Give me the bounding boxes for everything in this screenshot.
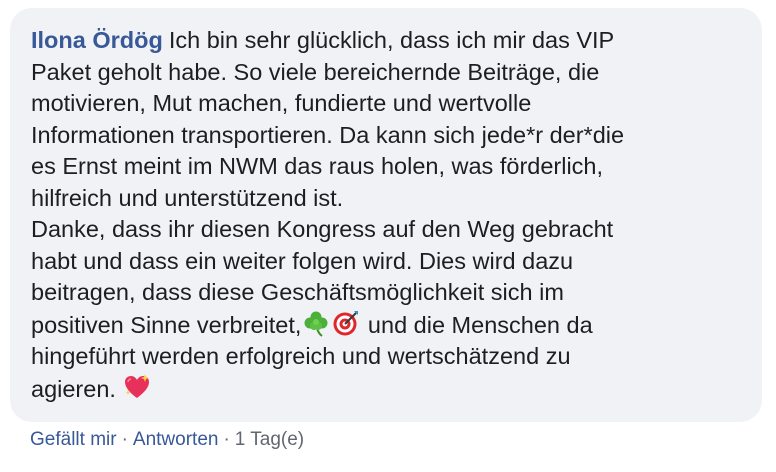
separator: · <box>121 429 128 450</box>
comment-actions: Gefällt mir · Antworten · 1 Tag(e) <box>30 428 304 452</box>
comment-line-8: habt und dass ein weiter folgen wird. Di… <box>31 247 574 274</box>
comment-line-3: motivieren, Mut machen, fundierte und we… <box>31 90 532 116</box>
comment-line-11: hingeführt werden erfolgreich und wertsc… <box>31 343 571 369</box>
comment-line-6: hilfreich und unterstützend ist. <box>31 184 344 211</box>
comment-line-12: agieren. <box>31 373 742 406</box>
separator: · <box>223 429 230 450</box>
comment-bubble: Ilona Ördög Ich bin sehr glücklich, dass … <box>10 8 762 422</box>
reply-link[interactable]: Antworten <box>133 429 219 450</box>
comment-line-2: Paket geholt habe. So viele bereichernde… <box>31 58 600 85</box>
comment-line-7: Danke, dass ihr diesen Kongress auf den … <box>31 216 614 242</box>
comment-line-4: Informationen transportieren. Da kann si… <box>31 121 625 148</box>
comment-line-10-after: und die Menschen da <box>361 311 593 338</box>
timestamp[interactable]: 1 Tag(e) <box>235 429 304 450</box>
comment-line-10-before: positiven Sinne verbreitet, <box>31 311 302 338</box>
comment-line-10: positiven Sinne verbreitet, und die Mens… <box>31 309 742 342</box>
comment-line-1: Ilona Ördög Ich bin sehr glücklich, dass … <box>31 25 742 57</box>
comment-line-9: beitragen, dass diese Geschäftsmöglichke… <box>31 279 564 305</box>
comment-line-1-text: Ich bin sehr glücklich, dass ich mir das… <box>168 27 615 53</box>
comment-line-12-text: agieren. <box>31 375 123 402</box>
shamrock-icon <box>304 311 328 337</box>
comment-line-5: es Ernst meint im NWM das raus holen, wa… <box>31 153 604 179</box>
direct-hit-icon <box>333 310 359 335</box>
comment-text: Ilona Ördög Ich bin sehr glücklich, dass … <box>31 25 742 405</box>
comment-author[interactable]: Ilona Ördög <box>31 27 163 53</box>
sparkling-heart-icon <box>125 373 150 398</box>
like-link[interactable]: Gefällt mir <box>30 429 117 450</box>
